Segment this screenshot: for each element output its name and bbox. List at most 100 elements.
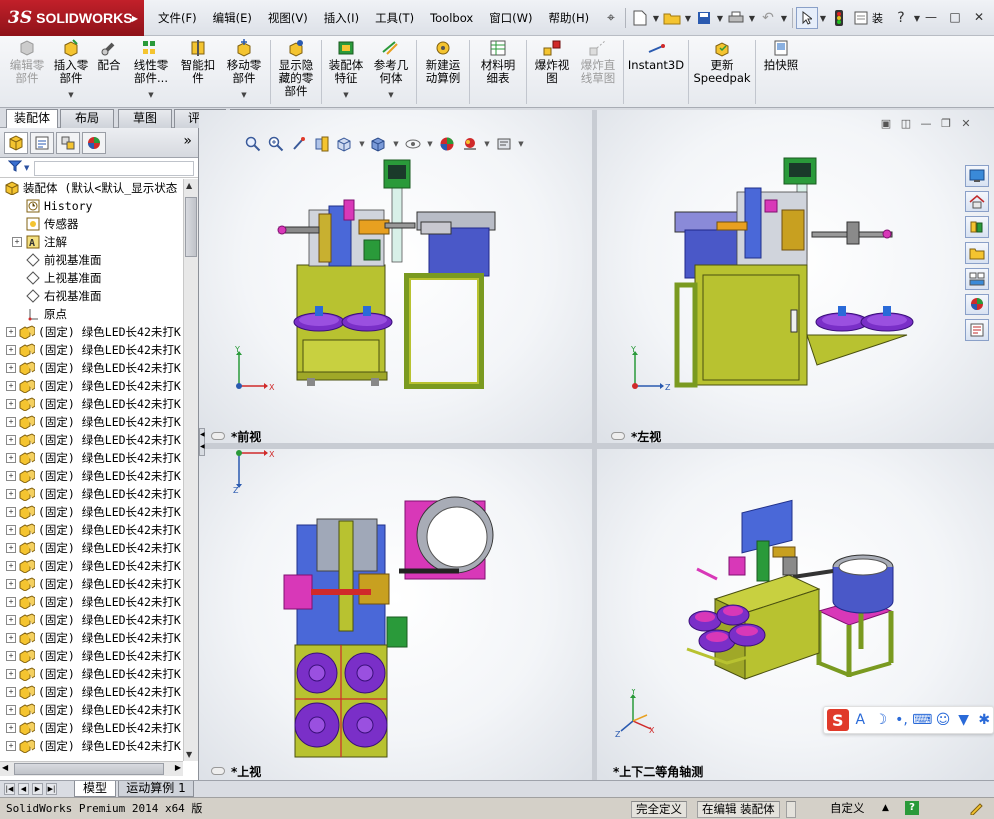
ribbon-button-4[interactable]: 智能扣 件 <box>176 36 220 106</box>
menu-item-0[interactable]: 文件(F) <box>150 9 205 27</box>
appearances-scenes-icon[interactable] <box>965 293 989 316</box>
ribbon-button-1[interactable]: 插入零 部件 ▼ <box>50 36 92 106</box>
rebuild-icon[interactable] <box>968 801 984 818</box>
menu-item-5[interactable]: Toolbox <box>422 9 481 27</box>
undo-icon[interactable]: ↶ <box>757 7 779 29</box>
quick-tips-icon[interactable]: ? <box>905 801 919 815</box>
ribbon-button-2[interactable]: 配合 <box>92 36 126 106</box>
tree-node-system[interactable]: + A 注解 <box>0 233 183 251</box>
toolbox-icon[interactable]: ✱ <box>975 710 993 730</box>
tree-node-component[interactable]: + (固定) 绿色LED长42未打K <box>0 395 183 413</box>
chevron-down-icon[interactable]: ▼ <box>715 7 725 29</box>
expand-toggle-icon[interactable]: + <box>6 723 16 733</box>
chevron-down-icon[interactable]: ▼ <box>388 89 393 102</box>
menu-item-3[interactable]: 插入(I) <box>316 9 367 27</box>
tab-model[interactable]: 模型 <box>74 781 116 797</box>
scroll-up-icon[interactable]: ▲ <box>186 181 192 190</box>
solidworks-logo[interactable]: 3S SOLIDWORKS ▶ <box>0 0 144 36</box>
tree-node-system[interactable]: 右视基准面 <box>0 287 183 305</box>
new-document-icon[interactable] <box>629 7 651 29</box>
link-views-icon[interactable] <box>611 432 625 440</box>
ribbon-button-9[interactable]: 新建运 动算例 <box>419 36 467 106</box>
sogou-logo-icon[interactable]: S <box>827 709 849 731</box>
chevron-down-icon[interactable]: ▼ <box>779 7 789 29</box>
expand-toggle-icon[interactable]: + <box>6 597 16 607</box>
punctuation-icon[interactable]: •, <box>893 710 911 730</box>
expand-toggle-icon[interactable]: + <box>6 399 16 409</box>
property-manager-tab-icon[interactable] <box>30 131 54 154</box>
open-folder-icon[interactable] <box>661 7 683 29</box>
ribbon-button-15[interactable]: 拍快照 <box>758 36 804 106</box>
filter-input[interactable] <box>34 161 194 176</box>
tree-root-assembly[interactable]: 装配体 (默认<默认_显示状态 <box>0 179 183 197</box>
tab-0[interactable]: 装配体 <box>6 109 58 129</box>
solidworks-resources-icon[interactable] <box>965 165 989 187</box>
tree-node-component[interactable]: + (固定) 绿色LED长42未打K <box>0 341 183 359</box>
moon-icon[interactable]: ☽ <box>872 710 890 730</box>
expand-toggle-icon[interactable]: + <box>6 489 16 499</box>
expand-toggle-icon[interactable]: + <box>6 327 16 337</box>
tree-node-component[interactable]: + (固定) 绿色LED长42未打K <box>0 485 183 503</box>
tree-node-component[interactable]: + (固定) 绿色LED长42未打K <box>0 737 183 755</box>
language-mode-icon[interactable]: A <box>852 710 870 730</box>
scroll-left-icon[interactable]: ◀ <box>2 763 8 772</box>
tree-node-component[interactable]: + (固定) 绿色LED长42未打K <box>0 647 183 665</box>
feature-tree-tab-icon[interactable] <box>4 131 28 154</box>
tree-node-component[interactable]: + (固定) 绿色LED长42未打K <box>0 413 183 431</box>
chevron-down-icon[interactable]: ▼ <box>818 7 828 29</box>
expand-toggle-icon[interactable]: + <box>6 543 16 553</box>
ribbon-button-14[interactable]: 更新 Speedpak <box>691 36 753 106</box>
ribbon-button-12[interactable]: 爆炸直 线草图 <box>575 36 621 106</box>
tree-node-component[interactable]: + (固定) 绿色LED长42未打K <box>0 557 183 575</box>
ribbon-button-0[interactable]: 编辑零 部件 <box>4 36 50 106</box>
expand-toggle-icon[interactable]: + <box>6 453 16 463</box>
expand-toggle-icon[interactable]: + <box>6 687 16 697</box>
menu-item-4[interactable]: 工具(T) <box>367 9 422 27</box>
expand-toggle-icon[interactable]: + <box>6 579 16 589</box>
file-explorer-icon[interactable] <box>965 242 989 264</box>
traffic-light-icon[interactable] <box>828 7 850 29</box>
viewport-left[interactable]: ▣ ◫ — ❐ ✕ Y Z *左视 <box>597 110 994 443</box>
tree-node-component[interactable]: + (固定) 绿色LED长42未打K <box>0 593 183 611</box>
search-prefix-label[interactable]: 装 <box>872 10 890 26</box>
tree-node-component[interactable]: + (固定) 绿色LED长42未打K <box>0 521 183 539</box>
last-tab-icon[interactable]: ▶| <box>46 783 57 795</box>
expand-toggle-icon[interactable]: + <box>6 705 16 715</box>
user-icon[interactable]: ☺ <box>934 710 952 730</box>
expand-toggle-icon[interactable]: + <box>6 615 16 625</box>
close-icon[interactable]: ✕ <box>968 8 990 26</box>
expand-toggle-icon[interactable]: + <box>6 345 16 355</box>
ribbon-button-5[interactable]: 移动零 部件 ▼ <box>220 36 268 106</box>
expand-toggle-icon[interactable]: + <box>6 363 16 373</box>
pin-icon[interactable]: ⌖ <box>600 7 622 29</box>
tree-node-system[interactable]: 上视基准面 <box>0 269 183 287</box>
tree-node-component[interactable]: + (固定) 绿色LED长42未打K <box>0 539 183 557</box>
help-icon[interactable]: ? <box>890 7 912 29</box>
home-icon[interactable] <box>965 190 989 213</box>
ribbon-button-6[interactable]: 显示隐 藏的零 部件 <box>273 36 319 106</box>
filter-icon[interactable] <box>7 160 23 175</box>
custom-properties-icon[interactable] <box>965 319 989 342</box>
menu-item-1[interactable]: 编辑(E) <box>205 9 260 27</box>
tree-node-component[interactable]: + (固定) 绿色LED长42未打K <box>0 665 183 683</box>
ribbon-button-10[interactable]: 材料明 细表 <box>472 36 524 106</box>
tree-vertical-scrollbar[interactable]: ▲ ▼ <box>183 179 198 761</box>
tree-node-system[interactable]: History <box>0 197 183 215</box>
next-tab-icon[interactable]: ▶ <box>32 783 43 795</box>
expand-toggle-icon[interactable]: + <box>6 741 16 751</box>
ribbon-button-3[interactable]: 线性零 部件... ▼ <box>126 36 176 106</box>
tree-node-component[interactable]: + (固定) 绿色LED长42未打K <box>0 719 183 737</box>
prev-tab-icon[interactable]: ◀ <box>18 783 29 795</box>
chevron-up-icon[interactable]: ▲ <box>882 801 889 818</box>
view-palette-icon[interactable] <box>965 267 989 290</box>
chevron-down-icon[interactable]: ▼ <box>747 7 757 29</box>
restore-icon[interactable]: □ <box>944 8 966 26</box>
tree-node-component[interactable]: + (固定) 绿色LED长42未打K <box>0 575 183 593</box>
tree-node-system[interactable]: 原点 <box>0 305 183 323</box>
expand-toggle-icon[interactable]: + <box>6 471 16 481</box>
tree-node-component[interactable]: + (固定) 绿色LED长42未打K <box>0 629 183 647</box>
model-top-view[interactable] <box>199 449 592 780</box>
ribbon-button-7[interactable]: 装配体 特征 ▼ <box>324 36 368 106</box>
tree-node-component[interactable]: + (固定) 绿色LED长42未打K <box>0 431 183 449</box>
ribbon-button-13[interactable]: Instant3D <box>626 36 686 106</box>
